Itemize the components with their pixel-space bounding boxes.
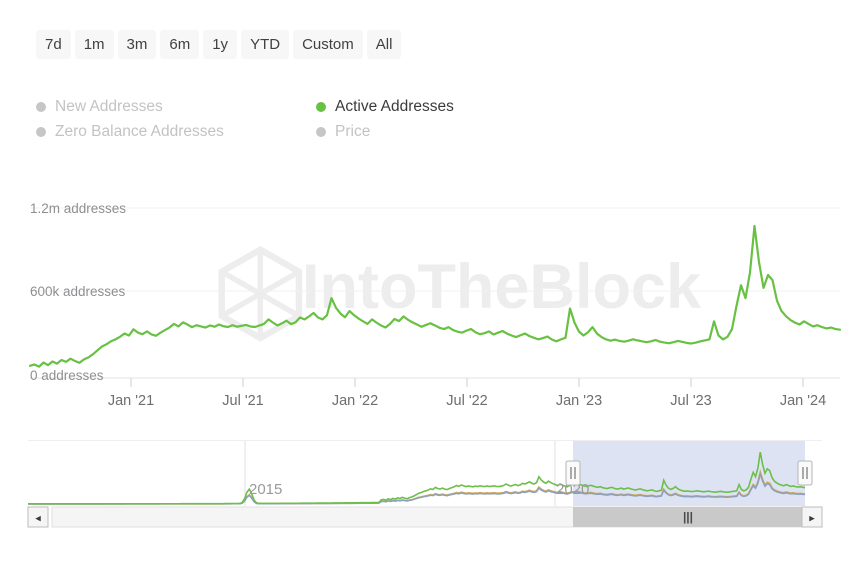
legend-dot-icon — [36, 101, 46, 112]
range-button-ytd[interactable]: YTD — [241, 30, 290, 59]
chart-legend: New Addresses Active Addresses Zero Bala… — [36, 94, 596, 144]
chart-navigator[interactable]: 2015 2020 ||| ◂ ▸ — [0, 436, 850, 536]
range-button-3m[interactable]: 3m — [117, 30, 157, 59]
legend-item-active-addresses[interactable]: Active Addresses — [316, 98, 596, 116]
y-tick-label-bottom: 0 addresses — [30, 368, 104, 383]
range-button-6m[interactable]: 6m — [160, 30, 200, 59]
legend-dot-icon — [36, 126, 46, 137]
range-button-1y[interactable]: 1y — [203, 30, 238, 59]
navigator-handle-right[interactable] — [797, 460, 813, 486]
scrollbar-right-arrow-icon: ▸ — [809, 513, 815, 525]
x-tick-label: Jan '24 — [780, 393, 826, 409]
navigator-canvas: 2015 2020 ||| ◂ ▸ — [27, 440, 823, 528]
legend-item-price[interactable]: Price — [316, 123, 596, 141]
x-tick-label: Jan '23 — [556, 393, 602, 409]
x-tick-label: Jul '23 — [670, 393, 711, 409]
legend-label: Active Addresses — [335, 97, 454, 115]
x-tick-label: Jul '21 — [222, 393, 263, 409]
range-button-all[interactable]: All — [366, 30, 402, 59]
range-button-7d[interactable]: 7d — [36, 30, 71, 59]
time-range-selector: 7d 1m 3m 6m 1y YTD Custom All — [36, 30, 402, 59]
scrollbar-right-arrow-button[interactable]: ▸ — [801, 506, 823, 528]
scrollbar-left-arrow-button[interactable]: ◂ — [27, 506, 49, 528]
main-chart[interactable]: IntoTheBlock 1.2m addresses 600k address… — [0, 180, 850, 420]
x-tick-label: Jul '22 — [446, 393, 487, 409]
range-button-custom[interactable]: Custom — [293, 30, 363, 59]
legend-label: Price — [335, 122, 371, 140]
legend-label: Zero Balance Addresses — [55, 122, 224, 140]
y-tick-label-top: 1.2m addresses — [30, 201, 126, 216]
legend-label: New Addresses — [55, 97, 163, 115]
x-tick-label: Jan '22 — [332, 393, 378, 409]
watermark-text: IntoTheBlock — [302, 252, 702, 322]
x-tick-label: Jan '21 — [108, 393, 154, 409]
scrollbar-thumb-grip-icon: ||| — [683, 510, 693, 524]
legend-item-new-addresses[interactable]: New Addresses — [36, 98, 316, 116]
navigator-handle-left[interactable] — [565, 460, 581, 486]
x-axis-ticks — [130, 378, 804, 387]
intotheblock-watermark: IntoTheBlock — [218, 245, 702, 342]
chart-canvas: IntoTheBlock 1.2m addresses 600k address… — [28, 201, 842, 409]
scrollbar-left-arrow-icon: ◂ — [35, 513, 41, 525]
legend-item-zero-balance-addresses[interactable]: Zero Balance Addresses — [36, 123, 316, 141]
legend-dot-icon — [316, 101, 326, 112]
navigator-axis-label: 2015 — [249, 481, 282, 498]
range-button-1m[interactable]: 1m — [74, 30, 114, 59]
legend-dot-icon — [316, 126, 326, 137]
y-tick-label-mid: 600k addresses — [30, 284, 126, 299]
